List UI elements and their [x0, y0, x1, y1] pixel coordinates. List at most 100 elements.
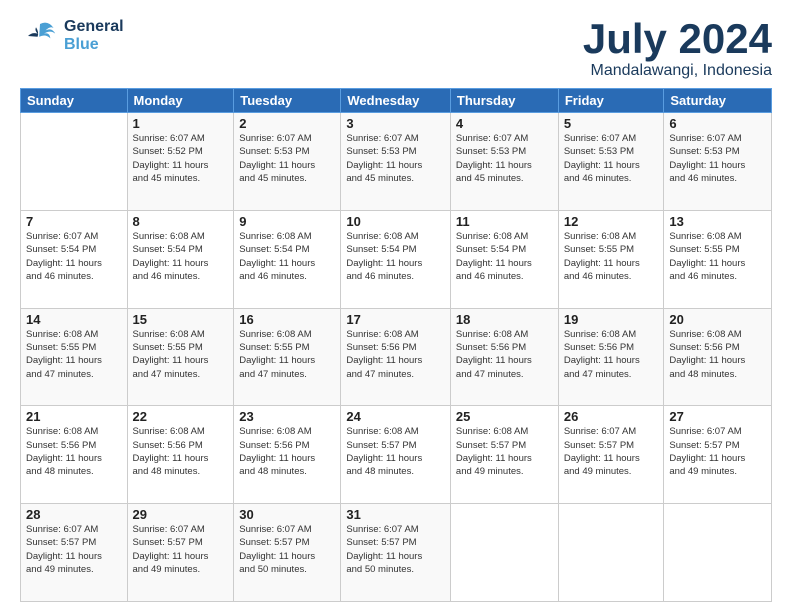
day-info: Sunrise: 6:07 AM Sunset: 5:53 PM Dayligh…: [456, 132, 553, 185]
day-number: 9: [239, 214, 335, 229]
day-number: 18: [456, 312, 553, 327]
calendar: SundayMondayTuesdayWednesdayThursdayFrid…: [20, 88, 772, 602]
day-number: 4: [456, 116, 553, 131]
day-info: Sunrise: 6:08 AM Sunset: 5:55 PM Dayligh…: [133, 328, 229, 381]
header: General Blue July 2024 Mandalawangi, Ind…: [20, 16, 772, 80]
day-cell: 29Sunrise: 6:07 AM Sunset: 5:57 PM Dayli…: [127, 504, 234, 602]
day-info: Sunrise: 6:08 AM Sunset: 5:56 PM Dayligh…: [669, 328, 766, 381]
day-header-wednesday: Wednesday: [341, 89, 451, 113]
day-header-tuesday: Tuesday: [234, 89, 341, 113]
day-cell: 24Sunrise: 6:08 AM Sunset: 5:57 PM Dayli…: [341, 406, 451, 504]
page: General Blue July 2024 Mandalawangi, Ind…: [0, 0, 792, 612]
day-cell: 22Sunrise: 6:08 AM Sunset: 5:56 PM Dayli…: [127, 406, 234, 504]
day-number: 15: [133, 312, 229, 327]
day-info: Sunrise: 6:08 AM Sunset: 5:57 PM Dayligh…: [346, 425, 445, 478]
day-info: Sunrise: 6:07 AM Sunset: 5:57 PM Dayligh…: [239, 523, 335, 576]
title-block: July 2024 Mandalawangi, Indonesia: [583, 16, 772, 80]
day-info: Sunrise: 6:07 AM Sunset: 5:57 PM Dayligh…: [346, 523, 445, 576]
day-cell: 6Sunrise: 6:07 AM Sunset: 5:53 PM Daylig…: [664, 113, 772, 211]
day-number: 22: [133, 409, 229, 424]
day-cell: 9Sunrise: 6:08 AM Sunset: 5:54 PM Daylig…: [234, 210, 341, 308]
day-number: 10: [346, 214, 445, 229]
day-headers-row: SundayMondayTuesdayWednesdayThursdayFrid…: [21, 89, 772, 113]
day-cell: 3Sunrise: 6:07 AM Sunset: 5:53 PM Daylig…: [341, 113, 451, 211]
day-cell: [450, 504, 558, 602]
day-number: 2: [239, 116, 335, 131]
day-number: 31: [346, 507, 445, 522]
day-header-thursday: Thursday: [450, 89, 558, 113]
day-number: 7: [26, 214, 122, 229]
logo-general-text: General: [64, 18, 124, 36]
day-number: 25: [456, 409, 553, 424]
day-header-sunday: Sunday: [21, 89, 128, 113]
day-number: 26: [564, 409, 659, 424]
day-info: Sunrise: 6:07 AM Sunset: 5:54 PM Dayligh…: [26, 230, 122, 283]
day-number: 27: [669, 409, 766, 424]
day-info: Sunrise: 6:08 AM Sunset: 5:56 PM Dayligh…: [26, 425, 122, 478]
day-info: Sunrise: 6:08 AM Sunset: 5:54 PM Dayligh…: [456, 230, 553, 283]
day-cell: 7Sunrise: 6:07 AM Sunset: 5:54 PM Daylig…: [21, 210, 128, 308]
day-number: 29: [133, 507, 229, 522]
day-info: Sunrise: 6:08 AM Sunset: 5:56 PM Dayligh…: [456, 328, 553, 381]
calendar-header: SundayMondayTuesdayWednesdayThursdayFrid…: [21, 89, 772, 113]
week-row-3: 14Sunrise: 6:08 AM Sunset: 5:55 PM Dayli…: [21, 308, 772, 406]
day-cell: 13Sunrise: 6:08 AM Sunset: 5:55 PM Dayli…: [664, 210, 772, 308]
day-number: 12: [564, 214, 659, 229]
day-cell: 12Sunrise: 6:08 AM Sunset: 5:55 PM Dayli…: [558, 210, 664, 308]
day-info: Sunrise: 6:08 AM Sunset: 5:54 PM Dayligh…: [346, 230, 445, 283]
day-info: Sunrise: 6:07 AM Sunset: 5:53 PM Dayligh…: [239, 132, 335, 185]
day-cell: 1Sunrise: 6:07 AM Sunset: 5:52 PM Daylig…: [127, 113, 234, 211]
calendar-body: 1Sunrise: 6:07 AM Sunset: 5:52 PM Daylig…: [21, 113, 772, 602]
day-info: Sunrise: 6:08 AM Sunset: 5:56 PM Dayligh…: [239, 425, 335, 478]
week-row-5: 28Sunrise: 6:07 AM Sunset: 5:57 PM Dayli…: [21, 504, 772, 602]
day-number: 17: [346, 312, 445, 327]
day-cell: 16Sunrise: 6:08 AM Sunset: 5:55 PM Dayli…: [234, 308, 341, 406]
day-number: 19: [564, 312, 659, 327]
day-number: 14: [26, 312, 122, 327]
day-header-saturday: Saturday: [664, 89, 772, 113]
subtitle: Mandalawangi, Indonesia: [583, 62, 772, 80]
day-cell: 8Sunrise: 6:08 AM Sunset: 5:54 PM Daylig…: [127, 210, 234, 308]
day-number: 20: [669, 312, 766, 327]
day-cell: 28Sunrise: 6:07 AM Sunset: 5:57 PM Dayli…: [21, 504, 128, 602]
day-info: Sunrise: 6:07 AM Sunset: 5:52 PM Dayligh…: [133, 132, 229, 185]
day-cell: 23Sunrise: 6:08 AM Sunset: 5:56 PM Dayli…: [234, 406, 341, 504]
day-cell: 15Sunrise: 6:08 AM Sunset: 5:55 PM Dayli…: [127, 308, 234, 406]
day-number: 24: [346, 409, 445, 424]
day-cell: 21Sunrise: 6:08 AM Sunset: 5:56 PM Dayli…: [21, 406, 128, 504]
day-number: 28: [26, 507, 122, 522]
day-info: Sunrise: 6:08 AM Sunset: 5:55 PM Dayligh…: [26, 328, 122, 381]
day-info: Sunrise: 6:07 AM Sunset: 5:53 PM Dayligh…: [669, 132, 766, 185]
day-number: 23: [239, 409, 335, 424]
day-cell: 14Sunrise: 6:08 AM Sunset: 5:55 PM Dayli…: [21, 308, 128, 406]
day-number: 6: [669, 116, 766, 131]
day-number: 5: [564, 116, 659, 131]
logo-icon: [20, 16, 60, 56]
day-cell: [664, 504, 772, 602]
day-info: Sunrise: 6:08 AM Sunset: 5:54 PM Dayligh…: [239, 230, 335, 283]
day-info: Sunrise: 6:07 AM Sunset: 5:57 PM Dayligh…: [669, 425, 766, 478]
day-cell: 31Sunrise: 6:07 AM Sunset: 5:57 PM Dayli…: [341, 504, 451, 602]
day-header-monday: Monday: [127, 89, 234, 113]
day-number: 30: [239, 507, 335, 522]
week-row-1: 1Sunrise: 6:07 AM Sunset: 5:52 PM Daylig…: [21, 113, 772, 211]
day-cell: 5Sunrise: 6:07 AM Sunset: 5:53 PM Daylig…: [558, 113, 664, 211]
day-info: Sunrise: 6:07 AM Sunset: 5:57 PM Dayligh…: [26, 523, 122, 576]
logo: General Blue: [20, 16, 124, 56]
week-row-2: 7Sunrise: 6:07 AM Sunset: 5:54 PM Daylig…: [21, 210, 772, 308]
day-info: Sunrise: 6:07 AM Sunset: 5:53 PM Dayligh…: [346, 132, 445, 185]
day-info: Sunrise: 6:08 AM Sunset: 5:56 PM Dayligh…: [346, 328, 445, 381]
day-cell: 20Sunrise: 6:08 AM Sunset: 5:56 PM Dayli…: [664, 308, 772, 406]
main-title: July 2024: [583, 16, 772, 62]
day-number: 11: [456, 214, 553, 229]
day-cell: 2Sunrise: 6:07 AM Sunset: 5:53 PM Daylig…: [234, 113, 341, 211]
day-number: 1: [133, 116, 229, 131]
day-info: Sunrise: 6:08 AM Sunset: 5:56 PM Dayligh…: [564, 328, 659, 381]
day-info: Sunrise: 6:08 AM Sunset: 5:54 PM Dayligh…: [133, 230, 229, 283]
day-cell: 18Sunrise: 6:08 AM Sunset: 5:56 PM Dayli…: [450, 308, 558, 406]
day-info: Sunrise: 6:07 AM Sunset: 5:57 PM Dayligh…: [564, 425, 659, 478]
logo-blue-text: Blue: [64, 36, 124, 54]
day-info: Sunrise: 6:08 AM Sunset: 5:55 PM Dayligh…: [239, 328, 335, 381]
day-info: Sunrise: 6:07 AM Sunset: 5:57 PM Dayligh…: [133, 523, 229, 576]
day-number: 8: [133, 214, 229, 229]
